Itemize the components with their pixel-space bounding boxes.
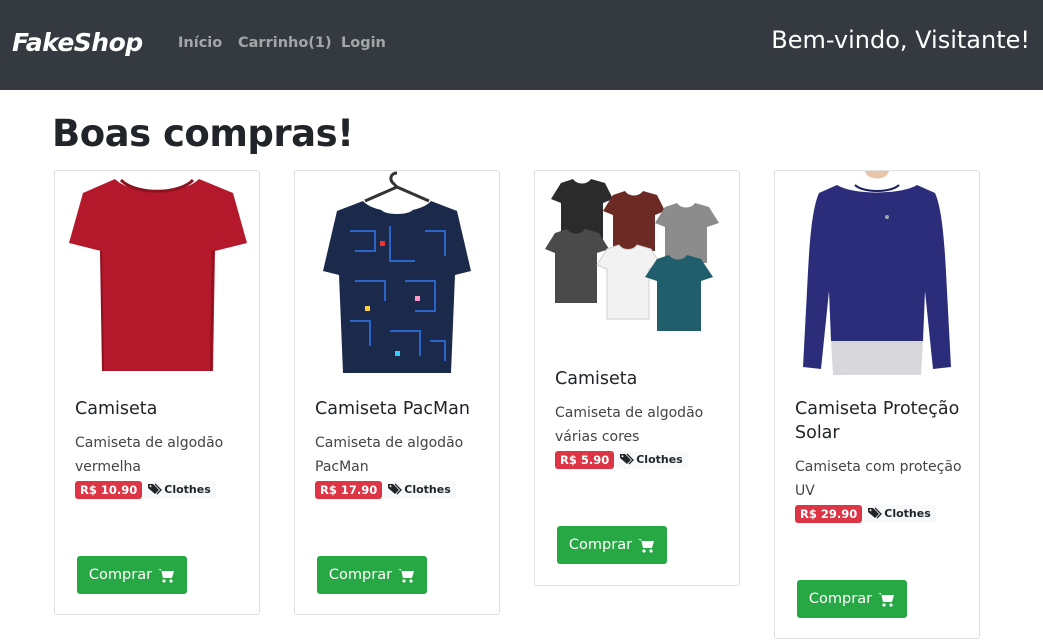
product-description: Camiseta de algodão PacMan bbox=[315, 435, 464, 475]
product-title: Camiseta Proteção Solar bbox=[795, 399, 960, 443]
buy-button[interactable]: Comprar bbox=[77, 556, 187, 594]
tags-icon bbox=[388, 483, 403, 494]
category-tag: Clothes bbox=[864, 504, 936, 523]
buy-button[interactable]: Comprar bbox=[797, 580, 907, 618]
nav-link-carrinho[interactable]: Carrinho(1) bbox=[238, 35, 332, 51]
product-description: Camiseta de algodão vermelha bbox=[75, 435, 224, 475]
product-title: Camiseta PacMan bbox=[315, 399, 470, 419]
price-badge: R$ 29.90 bbox=[795, 504, 863, 523]
price-badge: R$ 17.90 bbox=[315, 480, 383, 499]
product-card: Camiseta PacMan Camiseta de algodão PacM… bbox=[294, 170, 500, 615]
welcome-message: Bem-vindo, Visitante! bbox=[771, 26, 1030, 54]
product-meta: R$ 10.90 Clothes bbox=[75, 479, 216, 499]
product-image-pacman-tshirt[interactable] bbox=[295, 171, 499, 376]
product-description: Camiseta com proteção UV bbox=[795, 459, 962, 499]
nav-link-inicio[interactable]: Início bbox=[178, 35, 222, 51]
navbar: FakeShop Início Carrinho(1) Login Bem-vi… bbox=[0, 0, 1043, 90]
product-description: Camiseta de algodão várias cores bbox=[555, 405, 704, 445]
category-tag: Clothes bbox=[144, 480, 216, 499]
product-title: Camiseta bbox=[555, 369, 638, 389]
product-card: Camiseta Camiseta de algodão várias core… bbox=[534, 170, 740, 586]
tags-icon bbox=[868, 507, 883, 518]
product-meta: R$ 17.90 Clothes bbox=[315, 479, 456, 499]
cart-icon bbox=[398, 568, 415, 583]
page-title: Boas compras! bbox=[52, 112, 354, 155]
product-image-navy-longsleeve-shirt[interactable] bbox=[775, 171, 979, 376]
product-meta: R$ 29.90 Clothes bbox=[795, 503, 936, 523]
tags-icon bbox=[620, 453, 635, 464]
buy-button[interactable]: Comprar bbox=[557, 526, 667, 564]
category-tag: Clothes bbox=[384, 480, 456, 499]
price-badge: R$ 10.90 bbox=[75, 480, 143, 499]
cart-icon bbox=[158, 568, 175, 583]
nav-link-login[interactable]: Login bbox=[341, 35, 386, 51]
brand-logo[interactable]: FakeShop bbox=[12, 28, 143, 57]
product-meta: R$ 5.90 Clothes bbox=[555, 449, 688, 469]
buy-button[interactable]: Comprar bbox=[317, 556, 427, 594]
product-image-red-tshirt[interactable] bbox=[55, 171, 259, 376]
price-badge: R$ 5.90 bbox=[555, 450, 615, 469]
category-tag: Clothes bbox=[616, 450, 688, 469]
product-card: Camiseta Proteção Solar Camiseta com pro… bbox=[774, 170, 980, 639]
product-title: Camiseta bbox=[75, 399, 158, 419]
product-card: Camiseta Camiseta de algodão vermelha R$… bbox=[54, 170, 260, 615]
tags-icon bbox=[148, 483, 163, 494]
product-image-multicolor-tshirts[interactable] bbox=[535, 171, 739, 346]
cart-icon bbox=[878, 592, 895, 607]
cart-icon bbox=[638, 538, 655, 553]
